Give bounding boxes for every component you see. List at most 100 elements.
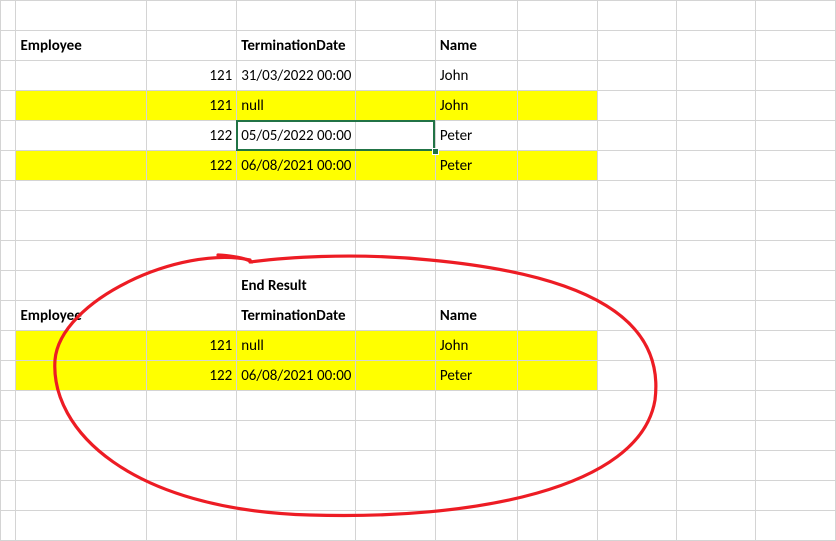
cell[interactable]	[756, 91, 836, 121]
cell[interactable]	[676, 61, 755, 91]
cell[interactable]	[1, 31, 16, 61]
cell[interactable]: Employee	[16, 301, 146, 331]
cell[interactable]	[1, 271, 16, 301]
cell[interactable]: Peter	[435, 151, 517, 181]
cell[interactable]	[16, 271, 146, 301]
cell[interactable]	[146, 1, 236, 31]
cell[interactable]: Peter	[435, 361, 517, 391]
cell[interactable]	[518, 241, 597, 271]
cell[interactable]: 122	[146, 121, 236, 151]
cell[interactable]	[356, 31, 435, 61]
cell[interactable]	[16, 241, 146, 271]
cell[interactable]	[597, 1, 676, 31]
cell[interactable]	[1, 361, 16, 391]
cell[interactable]	[676, 331, 755, 361]
cell[interactable]	[237, 481, 356, 511]
cell[interactable]	[756, 241, 836, 271]
cell[interactable]	[676, 1, 755, 31]
cell[interactable]	[1, 91, 16, 121]
cell[interactable]	[146, 481, 236, 511]
cell[interactable]	[1, 181, 16, 211]
cell[interactable]	[597, 511, 676, 541]
cell[interactable]	[435, 451, 517, 481]
cell[interactable]	[756, 271, 836, 301]
cell[interactable]	[356, 421, 435, 451]
cell[interactable]	[756, 451, 836, 481]
cell[interactable]	[676, 511, 755, 541]
cell[interactable]	[356, 241, 435, 271]
cell[interactable]	[1, 241, 16, 271]
cell[interactable]	[597, 301, 676, 331]
cell[interactable]	[1, 391, 16, 421]
cell[interactable]	[146, 451, 236, 481]
cell[interactable]	[756, 421, 836, 451]
cell[interactable]	[237, 391, 356, 421]
cell[interactable]	[237, 421, 356, 451]
cell[interactable]	[756, 331, 836, 361]
cell[interactable]	[676, 421, 755, 451]
cell[interactable]: John	[435, 331, 517, 361]
cell[interactable]	[16, 451, 146, 481]
cell[interactable]	[676, 391, 755, 421]
cell[interactable]	[676, 121, 755, 151]
cell[interactable]: 121	[146, 331, 236, 361]
cell[interactable]	[756, 361, 836, 391]
cell[interactable]	[16, 391, 146, 421]
cell[interactable]: TerminationDate	[237, 31, 356, 61]
cell[interactable]	[16, 421, 146, 451]
cell[interactable]	[597, 361, 676, 391]
cell[interactable]	[597, 91, 676, 121]
cell[interactable]: End Result	[237, 271, 356, 301]
cell[interactable]	[356, 481, 435, 511]
cell[interactable]	[756, 61, 836, 91]
cell[interactable]	[518, 31, 597, 61]
cell[interactable]	[1, 121, 16, 151]
cell[interactable]	[518, 181, 597, 211]
cell[interactable]	[146, 271, 236, 301]
cell[interactable]	[597, 181, 676, 211]
cell[interactable]	[237, 241, 356, 271]
cell[interactable]	[1, 151, 16, 181]
cell[interactable]	[597, 481, 676, 511]
cell[interactable]	[237, 181, 356, 211]
cell[interactable]	[356, 1, 435, 31]
cell[interactable]	[756, 1, 836, 31]
cell[interactable]	[597, 211, 676, 241]
cell[interactable]	[356, 121, 435, 151]
cell[interactable]	[518, 391, 597, 421]
cell[interactable]	[597, 241, 676, 271]
cell[interactable]	[435, 181, 517, 211]
cell[interactable]	[518, 61, 597, 91]
cell[interactable]	[756, 151, 836, 181]
cell[interactable]	[676, 91, 755, 121]
cell[interactable]	[16, 181, 146, 211]
cell[interactable]	[1, 1, 16, 31]
cell[interactable]	[356, 451, 435, 481]
cell[interactable]: Employee	[16, 31, 146, 61]
cell[interactable]	[16, 151, 146, 181]
cell[interactable]	[518, 481, 597, 511]
cell[interactable]	[518, 331, 597, 361]
cell[interactable]	[756, 391, 836, 421]
cell[interactable]	[435, 1, 517, 31]
cell[interactable]	[356, 301, 435, 331]
cell[interactable]	[676, 481, 755, 511]
cell[interactable]: John	[435, 91, 517, 121]
cell[interactable]	[597, 331, 676, 361]
cell[interactable]	[435, 241, 517, 271]
cell[interactable]	[237, 1, 356, 31]
cell[interactable]	[1, 481, 16, 511]
cell[interactable]	[435, 511, 517, 541]
cell[interactable]	[16, 121, 146, 151]
cell[interactable]	[356, 511, 435, 541]
cell[interactable]: 05/05/2022 00:00	[237, 121, 356, 151]
cell[interactable]	[676, 211, 755, 241]
cell[interactable]	[146, 181, 236, 211]
cell[interactable]	[597, 271, 676, 301]
cell[interactable]	[597, 31, 676, 61]
cell[interactable]	[435, 271, 517, 301]
cell[interactable]	[16, 511, 146, 541]
cell[interactable]	[597, 451, 676, 481]
cell[interactable]	[16, 1, 146, 31]
cell[interactable]	[756, 181, 836, 211]
